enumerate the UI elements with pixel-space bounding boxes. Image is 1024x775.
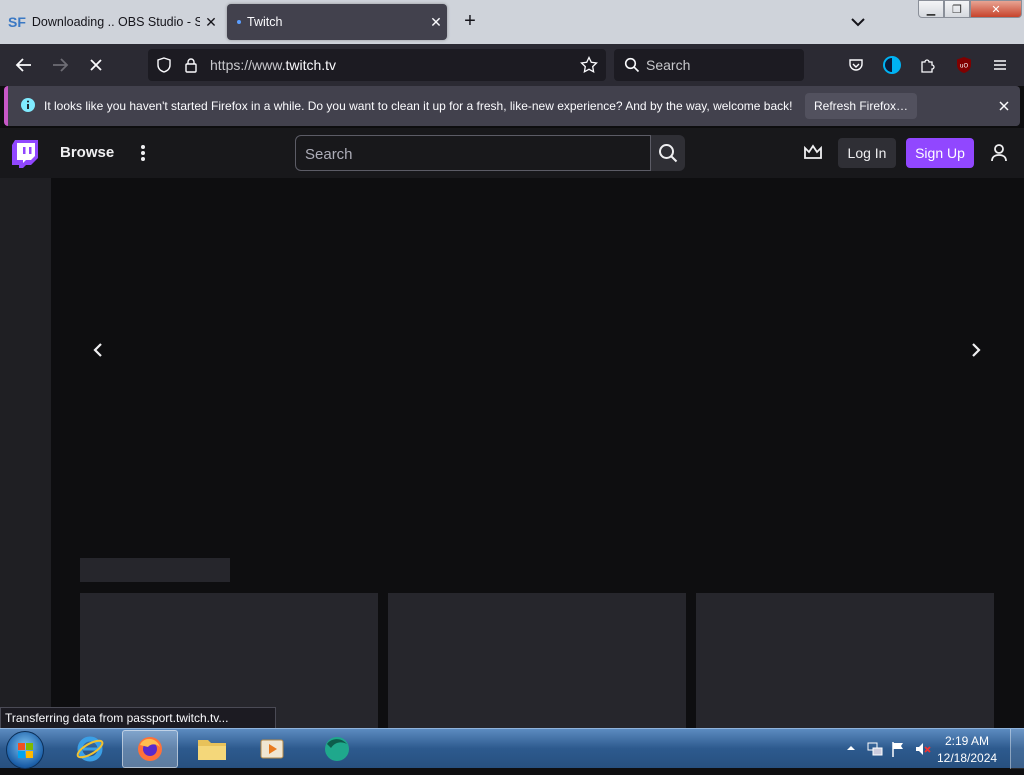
svg-text:uO: uO (960, 63, 969, 70)
action-center-flag-icon[interactable] (890, 740, 906, 758)
stop-loading-button[interactable] (82, 51, 110, 79)
taskbar-firefox[interactable] (122, 730, 178, 768)
clock-time[interactable]: 2:19 AM (937, 734, 997, 748)
tab-obs-download[interactable]: SF Downloading .. OBS Studio - Sc ✕ (0, 4, 222, 40)
chevron-down-icon (851, 18, 865, 27)
twitch-logo-icon[interactable] (12, 140, 38, 168)
url-prefix: https://www. (210, 57, 286, 73)
back-button[interactable] (10, 51, 38, 79)
tab-strip: SF Downloading .. OBS Studio - Sc ✕ Twit… (0, 0, 1024, 44)
lock-icon[interactable] (184, 57, 198, 73)
back-arrow-icon (15, 58, 31, 72)
taskbar-media-player[interactable] (244, 730, 300, 768)
forward-button[interactable] (46, 51, 74, 79)
stream-card-placeholder (696, 593, 994, 733)
puzzle-icon (921, 59, 935, 73)
carousel-prev-button[interactable] (86, 338, 110, 362)
pocket-button[interactable] (842, 51, 870, 79)
chevron-right-icon (972, 343, 981, 357)
stream-card-placeholder (388, 593, 686, 733)
maximize-button[interactable]: ❐ (944, 0, 970, 18)
twitch-search-placeholder: Search (305, 146, 353, 163)
pocket-icon (849, 59, 863, 71)
taskbar-app[interactable] (308, 730, 364, 768)
user-icon[interactable] (989, 143, 1009, 163)
refresh-firefox-button[interactable]: Refresh Firefox… (805, 93, 917, 119)
windows-taskbar: 2:19 AM 12/18/2024 (0, 728, 1024, 769)
search-icon (624, 57, 640, 73)
ublock-icon: uO (957, 57, 971, 73)
search-icon (659, 144, 678, 163)
browse-link[interactable]: Browse (60, 144, 114, 161)
tab-label: Twitch (247, 15, 283, 29)
new-tab-button[interactable]: + (458, 10, 482, 34)
log-in-button[interactable]: Log In (838, 138, 896, 168)
window-controls: ▁ ❐ ✕ (918, 0, 1024, 20)
close-icon (999, 101, 1009, 111)
internet-explorer-icon (76, 736, 104, 762)
system-tray: 2:19 AM 12/18/2024 (842, 729, 1024, 769)
taskbar-file-explorer[interactable] (184, 730, 240, 768)
hamburger-menu-icon (994, 60, 1006, 70)
search-placeholder: Search (646, 57, 691, 73)
twitch-search-input[interactable]: Search (295, 135, 651, 171)
close-notification-button[interactable] (994, 96, 1014, 116)
show-hidden-icons-icon[interactable] (846, 743, 856, 753)
app-icon (325, 737, 349, 761)
stop-icon (90, 59, 102, 71)
crown-icon[interactable] (803, 144, 823, 162)
refresh-firefox-notification: It looks like you haven't started Firefo… (4, 86, 1020, 126)
forward-arrow-icon (53, 58, 69, 72)
url-text: https://www.twitch.tv (210, 57, 336, 73)
loading-dot-icon (237, 20, 241, 24)
twitch-main-content (51, 178, 1024, 733)
show-desktop-button[interactable] (1010, 729, 1024, 769)
close-tab-icon[interactable]: ✕ (425, 14, 447, 31)
twitch-search-button[interactable] (651, 135, 685, 171)
url-host: twitch.tv (285, 57, 337, 73)
account-button[interactable] (878, 51, 906, 79)
tracking-shield-icon[interactable] (156, 57, 172, 73)
bookmark-star-icon[interactable] (580, 56, 598, 74)
twitch-top-nav: Browse Search Log In Sign Up (0, 128, 1024, 178)
navigation-toolbar: https://www.twitch.tv Search uO (0, 44, 1024, 86)
carousel-next-button[interactable] (964, 338, 988, 362)
more-vertical-icon[interactable] (134, 143, 152, 163)
media-player-icon (260, 739, 284, 759)
status-panel: Transferring data from passport.twitch.t… (0, 707, 276, 729)
firefox-icon (138, 737, 162, 761)
firefox-account-icon (883, 56, 901, 74)
tab-label: Downloading .. OBS Studio - Sc (31, 15, 200, 29)
folder-icon (198, 740, 226, 760)
list-all-tabs-button[interactable] (846, 10, 870, 34)
sourceforge-icon: SF (8, 14, 26, 30)
notification-message: It looks like you haven't started Firefo… (44, 99, 793, 113)
taskbar-internet-explorer[interactable] (62, 730, 118, 768)
start-button[interactable] (6, 731, 44, 769)
url-bar[interactable]: https://www.twitch.tv (148, 49, 606, 81)
close-window-button[interactable]: ✕ (970, 0, 1022, 18)
sign-up-button[interactable]: Sign Up (906, 138, 974, 168)
ublock-button[interactable]: uO (950, 51, 978, 79)
search-bar[interactable]: Search (614, 49, 804, 81)
windows-logo-icon (18, 743, 33, 758)
section-title-placeholder (80, 558, 230, 582)
tab-twitch[interactable]: Twitch ✕ (227, 4, 447, 40)
info-icon (21, 98, 35, 112)
network-icon[interactable] (866, 740, 884, 758)
app-menu-button[interactable] (986, 51, 1014, 79)
close-tab-icon[interactable]: ✕ (200, 14, 222, 31)
twitch-side-nav (0, 178, 51, 728)
volume-muted-icon[interactable] (914, 740, 932, 758)
extensions-button[interactable] (914, 51, 942, 79)
clock-date[interactable]: 12/18/2024 (937, 751, 997, 765)
chevron-left-icon (93, 343, 102, 357)
minimize-button[interactable]: ▁ (918, 0, 944, 18)
